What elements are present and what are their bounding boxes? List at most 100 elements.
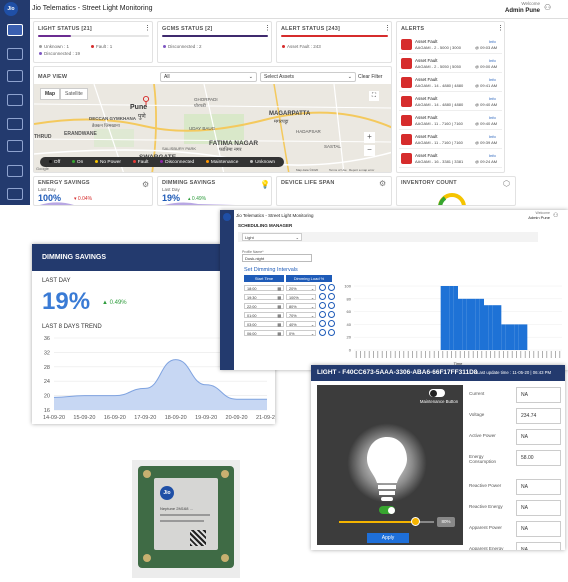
alert-type: Asset Fault	[415, 39, 438, 44]
mounting-hole	[143, 554, 151, 562]
trend-title: LAST 8 DAYS TREND	[42, 324, 102, 330]
sidebar-item-dashboard[interactable]	[7, 24, 23, 36]
schedule-bar	[449, 286, 454, 350]
legend-item[interactable]: Fault	[132, 160, 148, 165]
legend-item[interactable]: Maintenance	[205, 160, 238, 165]
alert-type: Asset Fault	[415, 115, 438, 120]
start-time-input[interactable]: 22:00 ▦	[244, 303, 284, 309]
map-button[interactable]: Map	[40, 88, 60, 100]
dimming-load-select[interactable]: 40% ⌄	[286, 321, 316, 327]
add-interval-icon[interactable]	[319, 329, 326, 336]
y-tick-label: 28	[44, 365, 50, 371]
map-title: MAP VIEW	[38, 74, 68, 80]
remove-interval-icon[interactable]	[328, 320, 335, 327]
card-menu-icon[interactable]: ⋮	[144, 24, 151, 32]
sidebar-item-settings[interactable]	[7, 165, 23, 177]
clear-filter-button[interactable]: Clear Filter	[358, 74, 382, 80]
sidebar-item-reports[interactable]	[7, 118, 23, 130]
alert-item[interactable]: Asset Fault AAGAMI - 11 - 7160 | 7160 Info…	[399, 112, 502, 130]
y-tick-label: 16	[44, 408, 50, 414]
add-interval-icon[interactable]	[319, 320, 326, 327]
add-interval-icon[interactable]	[319, 302, 326, 309]
add-interval-icon[interactable]	[319, 293, 326, 300]
power-toggle[interactable]	[379, 506, 395, 514]
legend-item[interactable]: Disconnected	[160, 160, 194, 165]
schedule-bar	[488, 305, 493, 350]
remove-interval-icon[interactable]	[328, 329, 335, 336]
module-label: Neptune 2M168 ...	[160, 506, 193, 511]
maintenance-toggle[interactable]	[429, 389, 445, 397]
remove-interval-icon[interactable]	[328, 293, 335, 300]
x-tick-label: 15-09-20	[73, 415, 95, 421]
add-interval-icon[interactable]	[319, 311, 326, 318]
legend-item[interactable]: On	[71, 160, 83, 165]
sidebar-item-assets[interactable]	[7, 48, 23, 60]
alert-item[interactable]: Asset Fault AAGAMI - 2 - 5050 | 5050 Info @…	[399, 55, 502, 73]
add-interval-icon[interactable]	[319, 284, 326, 291]
user-icon[interactable]: ⚇	[553, 212, 558, 219]
zoom-in-button[interactable]: +	[364, 132, 375, 143]
schedule-bar	[497, 305, 502, 350]
start-time-input[interactable]: 18:00 ▦	[244, 285, 284, 291]
satellite-button[interactable]: Satellite	[60, 88, 88, 100]
zoom-out-button[interactable]: −	[364, 145, 375, 156]
dimming-load-select[interactable]: 80% ⌄	[286, 303, 316, 309]
alert-item[interactable]: Asset Fault AAGAMI - 11 - 7160 | 7160 Info…	[399, 131, 502, 149]
gear-icon: ⚙	[379, 179, 387, 188]
legend-item[interactable]: Off	[48, 160, 60, 165]
light-status-card: LIGHT STATUS [21] ⋮ Unknown : 1 Fault : …	[33, 21, 153, 63]
remove-interval-icon[interactable]	[328, 311, 335, 318]
sched-type-select[interactable]: Light ⌄	[242, 233, 302, 241]
apply-button[interactable]: Apply	[367, 533, 409, 543]
profile-name-input[interactable]: Dusk-night	[242, 254, 312, 262]
y-tick-label: 60	[347, 309, 352, 314]
alert-item[interactable]: Asset Fault AAGAMI - 14 - 4880 | 4880 Info…	[399, 93, 502, 111]
map-label-fatima-nagar-hi: फातिमा नगर	[219, 147, 242, 153]
energy-title: ENERGY SAVINGS	[38, 180, 90, 186]
alert-item[interactable]: Asset Fault AAGAMI - 2 - 5000 | 3000 Info @…	[399, 36, 502, 54]
alert-item[interactable]: Asset Fault AAGAMI - 14 - 4880 | 4880 Info…	[399, 74, 502, 92]
dimming-load-select[interactable]: 100% ⌄	[286, 294, 316, 300]
col-start-time: Start Time	[244, 275, 284, 282]
legend-item[interactable]: Unknown	[250, 160, 275, 165]
remove-interval-icon[interactable]	[328, 302, 335, 309]
dimming-load-select[interactable]: 70% ⌄	[286, 312, 316, 318]
alert-time: @ 09:41 AM	[475, 83, 498, 88]
start-time-input[interactable]: 06:00 ▦	[244, 330, 284, 336]
dim-slider-handle[interactable]	[411, 517, 420, 526]
terms-link[interactable]: Terms of Use	[329, 168, 347, 172]
status-filter-select[interactable]: All ⌄	[160, 72, 257, 82]
card-menu-icon[interactable]: ⋮	[384, 24, 391, 32]
remove-interval-icon[interactable]	[328, 284, 335, 291]
dim-slider[interactable]	[339, 517, 434, 526]
energy-sub: Last Day	[38, 187, 56, 192]
card-menu-icon[interactable]: ⋮	[264, 24, 271, 32]
start-time-input[interactable]: 03:00 ▦	[244, 321, 284, 327]
sidebar-item-alerts[interactable]	[7, 94, 23, 106]
alert-icon	[401, 39, 412, 50]
dimming-load-select[interactable]: 0% ⌄	[286, 330, 316, 336]
sidebar-item-map[interactable]	[7, 70, 23, 82]
start-time-input[interactable]: 01:00 ▦	[244, 312, 284, 318]
legend-item[interactable]: No Power	[94, 160, 121, 165]
sidebar-item-schedule[interactable]	[7, 140, 23, 152]
dimming-load-select[interactable]: 20% ⌄	[286, 285, 316, 291]
sidebar-item-users[interactable]	[7, 188, 23, 200]
map-label-hadapsar: HADAPSAR	[296, 129, 321, 134]
schedule-bar	[479, 298, 484, 350]
user-icon[interactable]: ⚇	[544, 3, 551, 12]
chevron-down-icon: ⌄	[295, 235, 299, 240]
x-tick-label: 17-09-20	[134, 415, 156, 421]
fullscreen-icon[interactable]: ⛶	[369, 91, 379, 101]
y-tick-label: 80	[347, 296, 352, 301]
map-label-erandwane: ERANDWANE	[64, 131, 97, 137]
start-time-input[interactable]: 19:30 ▦	[244, 294, 284, 300]
schedule-bar	[475, 298, 480, 350]
schedule-bar-chart: 100806040200Time	[344, 284, 562, 366]
report-error-link[interactable]: Report a map error	[349, 168, 374, 172]
device-life-card: DEVICE LIFE SPAN ⚙	[276, 176, 392, 206]
energy-savings-card: ENERGY SAVINGS Last Day 100% ▾ 0.04% ⚙	[33, 176, 153, 206]
alert-item[interactable]: Asset Fault AAGAMI - 16 - 3381 | 3381 Info…	[399, 150, 502, 168]
select-assets-dropdown[interactable]: Select Assets ⌄	[260, 72, 356, 82]
card-menu-icon[interactable]: ⋮	[497, 24, 504, 32]
